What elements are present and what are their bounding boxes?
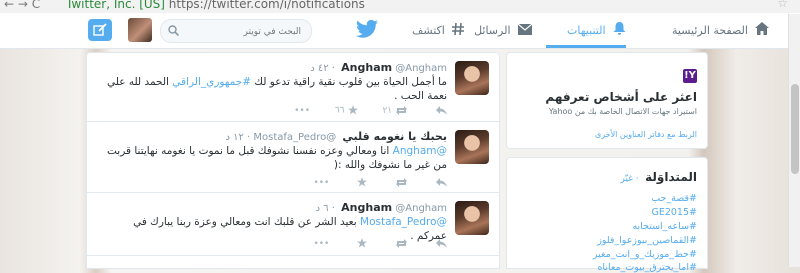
tweet-author-handle[interactable]: @Angham	[395, 63, 447, 74]
star-icon	[357, 238, 368, 248]
retweet-icon	[396, 177, 408, 187]
trend-item[interactable]: #GE2015	[651, 207, 697, 218]
url-text: https://twitter.com/i/notifications	[164, 0, 365, 11]
nav-notifications-label: التنبيهات	[567, 24, 606, 37]
trend-item[interactable]: #ساعه_استجابه	[632, 221, 697, 232]
reply-icon[interactable]	[433, 238, 447, 249]
retweet-action[interactable]: ٢١	[382, 105, 408, 116]
envelope-icon	[517, 14, 533, 49]
tweet-author-name[interactable]: Angham	[341, 61, 392, 74]
page-scrollbar[interactable]	[788, 14, 800, 267]
trend-item[interactable]: #القماصين_بيوزعوا_فلوز	[597, 235, 697, 246]
tweet-time[interactable]: ٤٢ د	[310, 63, 328, 74]
find-people-title[interactable]: اعثر على أشخاص تعرفهم	[545, 90, 697, 104]
retweet-icon	[396, 238, 408, 248]
search-input[interactable]	[177, 23, 303, 40]
favorite-action[interactable]: ٦٦	[335, 105, 358, 116]
compose-icon	[93, 23, 107, 36]
tweet-avatar[interactable]	[455, 201, 489, 235]
tweet-actions: ٢١ ٦٦ •••	[247, 105, 447, 119]
reply-icon[interactable]	[433, 177, 447, 188]
notifications-stream: Angham @Angham · ٤٢ د ما أجمل الحياة بين…	[86, 52, 500, 269]
trends-module: المتداوَلة · غيّر #قصة_حب #GE2015 #ساعه_…	[506, 157, 708, 273]
secure-label: Twitter, Inc. [US]	[66, 0, 165, 11]
tweet-text: @Angham انا ومعالي وعزه نفسنا نشوفك قبل …	[106, 145, 447, 171]
trends-header: المتداوَلة · غيّر	[621, 170, 697, 184]
tweet-item[interactable]: Angham @Angham · ٦ د @Mostafa_Pedro بعيد…	[87, 193, 499, 256]
more-icon[interactable]: •••	[313, 239, 329, 249]
favorite-action[interactable]	[354, 177, 368, 188]
bookmark-star-icon[interactable]: ☆	[777, 0, 788, 10]
tweet-avatar[interactable]	[455, 130, 489, 164]
trends-change-link[interactable]: · غيّر	[621, 174, 639, 184]
star-icon	[347, 105, 358, 115]
other-address-books-link[interactable]: الربط مع دفاتر العناوين الأخرى	[595, 130, 697, 139]
trend-item[interactable]: #اما_يحترق_بيوت_معاناه	[597, 262, 697, 273]
trend-item[interactable]: #حط_موزيك_و_انت_مغير	[593, 249, 697, 260]
tweet-actions: •••	[247, 177, 447, 191]
tweet-header: Angham @Angham · ٦ د	[315, 201, 447, 214]
reply-icon[interactable]	[433, 105, 447, 116]
search-box[interactable]	[160, 19, 312, 43]
tweet-header: Angham @Angham · ٤٢ د	[310, 61, 447, 74]
more-icon[interactable]: •••	[294, 106, 310, 116]
nav-discover[interactable]: اكتشف	[412, 13, 465, 49]
tweet-author-handle[interactable]: @Angham	[395, 203, 447, 214]
trends-title: المتداوَلة	[645, 170, 697, 184]
profile-avatar[interactable]	[128, 18, 152, 42]
retweet-action[interactable]	[392, 238, 408, 249]
tweet-header: بحبك يا نغومه قلبي @Mostafa_Pedro · ١٢ د	[225, 130, 447, 143]
hashtag-icon	[452, 14, 465, 49]
home-icon	[755, 14, 770, 49]
favorite-action[interactable]	[354, 238, 368, 249]
mention-link[interactable]: @Angham	[393, 145, 447, 157]
yahoo-logo-icon: Y!	[683, 69, 697, 83]
twitter-bird-icon[interactable]	[356, 19, 378, 42]
tweet-text: ما أجمل الحياة بين قلوب نقية راقية تدعو …	[106, 76, 447, 102]
nav-messages-label: الرسائل	[474, 24, 511, 37]
retweet-icon	[396, 105, 408, 115]
search-icon[interactable]	[168, 25, 180, 39]
retweet-count: ٢١	[382, 105, 393, 116]
tweet-author-handle[interactable]: @Mostafa_Pedro	[253, 132, 336, 143]
compose-tweet-button[interactable]	[88, 19, 112, 41]
nav-discover-label: اكتشف	[412, 24, 445, 37]
back-forward-icon[interactable]: ← → C	[4, 0, 40, 11]
more-icon[interactable]: •••	[313, 178, 329, 188]
retweet-action[interactable]	[392, 177, 408, 188]
import-yahoo-link[interactable]: استيراد جهات الاتصال الخاصة بك من Yahoo	[549, 107, 697, 116]
nav-messages[interactable]: الرسائل	[472, 13, 533, 49]
tweet-time[interactable]: ١٢ د	[225, 132, 243, 143]
find-people-card: Y! اعثر على أشخاص تعرفهم استيراد جهات ال…	[506, 52, 708, 149]
nav-home[interactable]: الصفحة الرئيسية	[672, 13, 770, 48]
bell-icon	[613, 14, 626, 49]
top-navigation: الصفحة الرئيسية التنبيهات الرسائل اكتشف	[0, 13, 800, 49]
tweet-item[interactable]: Angham @Angham · ٤٢ د ما أجمل الحياة بين…	[87, 53, 499, 122]
trend-item[interactable]: #قصة_حب	[651, 193, 697, 204]
star-icon	[357, 177, 368, 187]
tweet-item[interactable]: بحبك يا نغومه قلبي @Mostafa_Pedro · ١٢ د…	[87, 122, 499, 193]
tweet-author-name[interactable]: بحبك يا نغومه قلبي	[342, 130, 447, 143]
tweet-avatar[interactable]	[455, 61, 489, 95]
browser-toolbar: ← → C Twitter, Inc. [US] https://twitter…	[0, 0, 800, 14]
scrollbar-thumb[interactable]	[791, 84, 799, 174]
tweet-actions: •••	[247, 238, 447, 252]
mention-link[interactable]: @Mostafa_Pedro	[360, 216, 447, 228]
tweet-author-name[interactable]: Angham	[341, 201, 392, 214]
hashtag-link[interactable]: #جمهوري_الراقي	[172, 76, 251, 88]
nav-home-label: الصفحة الرئيسية	[672, 24, 748, 37]
nav-notifications[interactable]: التنبيهات	[546, 13, 626, 48]
favorite-count: ٦٦	[334, 105, 345, 116]
address-bar[interactable]: Twitter, Inc. [US] https://twitter.com/i…	[66, 0, 766, 11]
tweet-time[interactable]: ٦ د	[316, 203, 329, 214]
